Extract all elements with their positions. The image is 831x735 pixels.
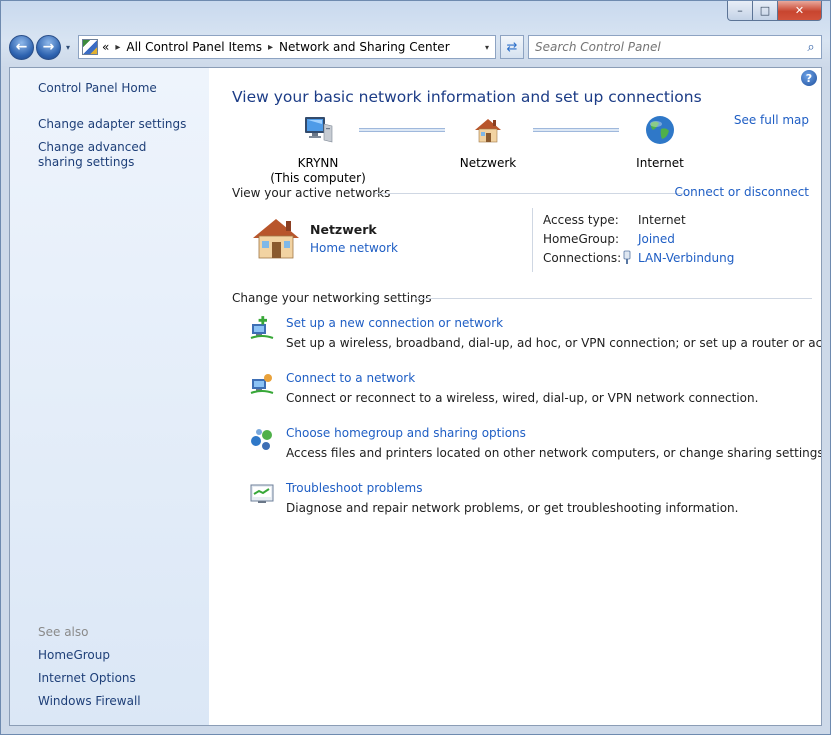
choose-homegroup-sharing-link[interactable]: Choose homegroup and sharing options xyxy=(286,426,526,440)
active-networks-heading: View your active networks xyxy=(232,186,391,200)
search-input[interactable] xyxy=(529,40,801,54)
control-panel-icon xyxy=(82,39,98,55)
search-icon[interactable]: ⌕ xyxy=(801,40,821,55)
maximize-button[interactable]: □ xyxy=(753,1,778,21)
back-arrow-icon: ← xyxy=(15,39,28,55)
active-network-name: Netzwerk xyxy=(310,222,377,237)
section-divider xyxy=(375,193,686,194)
content-area: Control Panel Home Change adapter settin… xyxy=(9,67,822,726)
breadcrumb-network-and-sharing-center[interactable]: Network and Sharing Center xyxy=(279,40,450,54)
new-connection-icon xyxy=(250,316,274,339)
task-pane: Control Panel Home Change adapter settin… xyxy=(10,68,209,725)
ethernet-plug-icon xyxy=(623,250,631,264)
map-node-network[interactable]: Netzwerk xyxy=(450,114,526,171)
globe-icon xyxy=(646,116,674,144)
forward-button[interactable]: → xyxy=(36,34,61,60)
windows-firewall-link[interactable]: Windows Firewall xyxy=(38,694,198,709)
map-connection-line xyxy=(359,128,445,132)
close-button[interactable]: ✕ xyxy=(778,1,822,21)
forward-arrow-icon: → xyxy=(42,39,55,55)
control-panel-home-link[interactable]: Control Panel Home xyxy=(38,81,198,96)
homegroup-link[interactable]: HomeGroup xyxy=(38,648,198,663)
caption-buttons: – □ ✕ xyxy=(727,1,822,21)
navigation-bar: ← → ▾ « ▸ All Control Panel Items ▸ Netw… xyxy=(9,33,822,61)
internet-node-name: Internet xyxy=(636,156,684,170)
breadcrumb-separator[interactable]: ▸ xyxy=(268,42,273,53)
minimize-button[interactable]: – xyxy=(727,1,753,21)
see-full-map-link[interactable]: See full map xyxy=(734,113,809,127)
map-connection-line xyxy=(533,128,619,132)
page-title: View your basic network information and … xyxy=(232,88,702,106)
connect-to-network-description: Connect or reconnect to a wireless, wire… xyxy=(286,391,759,405)
map-node-internet[interactable]: Internet xyxy=(625,114,695,171)
computer-name: KRYNN xyxy=(297,156,339,170)
connect-or-disconnect-link[interactable]: Connect or disconnect xyxy=(674,185,809,199)
refresh-button[interactable]: ⇄ xyxy=(500,35,524,59)
choose-homegroup-sharing-description: Access files and printers located on oth… xyxy=(286,446,822,460)
setup-new-connection-link[interactable]: Set up a new connection or network xyxy=(286,316,503,330)
main-panel: ? View your basic network information an… xyxy=(209,68,821,725)
computer-subtitle: (This computer) xyxy=(270,171,366,185)
homegroup-joined-link[interactable]: Joined xyxy=(638,232,675,246)
breadcrumb-separator[interactable]: ▸ xyxy=(115,42,120,53)
troubleshoot-icon xyxy=(250,484,274,503)
chevron-down-icon: ▾ xyxy=(484,42,489,52)
address-dropdown-button[interactable]: ▾ xyxy=(479,43,495,52)
troubleshoot-problems-link[interactable]: Troubleshoot problems xyxy=(286,481,422,495)
networking-settings-heading: Change your networking settings xyxy=(232,291,432,305)
network-sharing-center-window: – □ ✕ ← → ▾ « ▸ All Control Panel Items … xyxy=(0,0,831,735)
access-type-value: Internet xyxy=(638,213,686,227)
vertical-divider xyxy=(532,208,533,272)
breadcrumb-all-control-panel-items[interactable]: All Control Panel Items xyxy=(126,40,262,54)
troubleshoot-problems-description: Diagnose and repair network problems, or… xyxy=(286,501,739,515)
change-advanced-sharing-settings-link[interactable]: Change advanced sharing settings xyxy=(38,140,188,170)
back-button[interactable]: ← xyxy=(9,34,34,60)
breadcrumb-overflow[interactable]: « xyxy=(102,40,109,54)
help-icon[interactable]: ? xyxy=(801,70,817,86)
see-also-label: See also xyxy=(38,625,89,639)
search-box[interactable]: ⌕ xyxy=(528,35,822,59)
connect-network-icon xyxy=(250,374,274,394)
home-network-icon xyxy=(253,219,299,259)
network-type-link[interactable]: Home network xyxy=(310,241,398,255)
internet-options-link[interactable]: Internet Options xyxy=(38,671,198,686)
lan-verbindung-link[interactable]: LAN-Verbindung xyxy=(638,251,734,265)
refresh-icon: ⇄ xyxy=(506,39,518,55)
map-node-computer[interactable]: KRYNN (This computer) xyxy=(268,114,368,186)
setup-new-connection-description: Set up a wireless, broadband, dial-up, a… xyxy=(286,336,822,350)
access-type-label: Access type: xyxy=(543,213,619,227)
address-bar[interactable]: « ▸ All Control Panel Items ▸ Network an… xyxy=(78,35,496,59)
chevron-down-icon: ▾ xyxy=(65,42,70,52)
network-node-name: Netzwerk xyxy=(459,156,517,170)
section-divider xyxy=(415,298,812,299)
homegroup-icon xyxy=(251,429,272,450)
house-icon xyxy=(475,119,501,143)
connect-to-network-link[interactable]: Connect to a network xyxy=(286,371,415,385)
recent-pages-dropdown[interactable]: ▾ xyxy=(62,43,74,52)
connections-label: Connections: xyxy=(543,251,622,265)
change-adapter-settings-link[interactable]: Change adapter settings xyxy=(38,117,198,132)
homegroup-label: HomeGroup: xyxy=(543,232,620,246)
computer-icon xyxy=(305,117,333,143)
